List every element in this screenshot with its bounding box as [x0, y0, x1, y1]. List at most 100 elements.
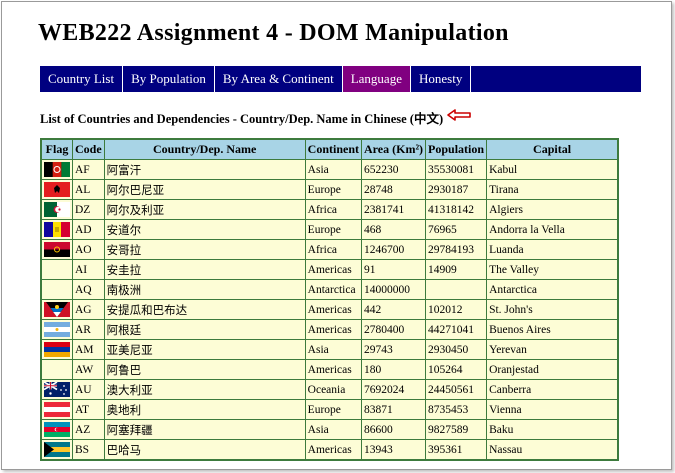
capital-cell: St. John's — [486, 299, 619, 320]
table-row: DZ 阿尔及利亚 Africa 2381741 41318142 Algiers — [40, 199, 619, 220]
capital-cell: The Valley — [486, 259, 619, 280]
flag-cell — [40, 159, 73, 180]
code-cell: AO — [72, 239, 105, 260]
population-cell: 29784193 — [425, 239, 488, 260]
flag-ao-icon — [44, 242, 70, 257]
code-cell: AT — [72, 399, 105, 420]
flag-ad-icon — [44, 222, 70, 237]
area-cell: 1246700 — [361, 239, 427, 260]
continent-cell: Asia — [304, 339, 363, 360]
capital-cell: Baku — [486, 419, 619, 440]
table-row: AI 安圭拉 Americas 91 14909 The Valley — [40, 259, 619, 280]
nav-language[interactable]: Language — [342, 66, 411, 92]
name-cell: 亚美尼亚 — [103, 339, 306, 360]
col-header-capital: Capital — [486, 138, 619, 160]
capital-cell: Yerevan — [486, 339, 619, 360]
flag-cell — [40, 279, 73, 300]
table-row: AM 亚美尼亚 Asia 29743 2930450 Yerevan — [40, 339, 619, 360]
area-cell: 7692024 — [361, 379, 427, 400]
flag-cell — [40, 339, 73, 360]
population-cell: 2930450 — [425, 339, 488, 360]
col-header-continent: Continent — [304, 138, 363, 160]
area-cell: 442 — [361, 299, 427, 320]
continent-cell: Africa — [304, 199, 363, 220]
capital-cell: Kabul — [486, 159, 619, 180]
table-row: AU 澳大利亚 Oceania 7692024 24450561 Canberra — [40, 379, 619, 400]
population-cell: 41318142 — [425, 199, 488, 220]
nav-by-population[interactable]: By Population — [123, 66, 215, 92]
code-cell: AR — [72, 319, 105, 340]
population-cell: 9827589 — [425, 419, 488, 440]
table-row: AL 阿尔巴尼亚 Europe 28748 2930187 Tirana — [40, 179, 619, 200]
population-cell: 24450561 — [425, 379, 488, 400]
area-cell: 180 — [361, 359, 427, 380]
flag-cell — [40, 239, 73, 260]
name-cell: 阿尔巴尼亚 — [103, 179, 306, 200]
flag-ar-icon — [44, 322, 70, 337]
name-cell: 巴哈马 — [103, 439, 306, 461]
table-row: BS 巴哈马 Americas 13943 395361 Nassau — [40, 439, 619, 461]
area-cell: 468 — [361, 219, 427, 240]
flag-cell — [40, 379, 73, 400]
table-row: AR 阿根廷 Americas 2780400 44271041 Buenos Aires — [40, 319, 619, 340]
table-row: AQ 南极洲 Antarctica 14000000 Antarctica — [40, 279, 619, 300]
area-cell: 29743 — [361, 339, 427, 360]
area-cell: 14000000 — [361, 279, 427, 300]
capital-cell: Oranjestad — [486, 359, 619, 380]
table-header-row: Flag Code Country/Dep. Name Continent Ar… — [40, 138, 619, 160]
area-cell: 28748 — [361, 179, 427, 200]
page-frame: WEB222 Assignment 4 - DOM Manipulation C… — [1, 1, 672, 470]
continent-cell: Africa — [304, 239, 363, 260]
flag-cell — [40, 179, 73, 200]
countries-table: Flag Code Country/Dep. Name Continent Ar… — [40, 138, 620, 461]
code-cell: AG — [72, 299, 105, 320]
continent-cell: Europe — [304, 179, 363, 200]
table-row: AD 安道尔 Europe 468 76965 Andorra la Vella — [40, 219, 619, 240]
code-cell: AF — [72, 159, 105, 180]
nav-country-list[interactable]: Country List — [40, 66, 124, 92]
population-cell: 102012 — [425, 299, 488, 320]
capital-cell: Luanda — [486, 239, 619, 260]
continent-cell: Americas — [304, 259, 363, 280]
name-cell: 安道尔 — [103, 219, 306, 240]
area-cell: 2780400 — [361, 319, 427, 340]
nav-by-area-continent[interactable]: By Area & Continent — [215, 66, 343, 92]
capital-cell: Canberra — [486, 379, 619, 400]
col-header-population: Population — [425, 138, 488, 160]
col-header-flag: Flag — [40, 138, 73, 160]
flag-az-icon — [44, 422, 70, 437]
code-cell: AL — [72, 179, 105, 200]
name-cell: 奥地利 — [103, 399, 306, 420]
flag-cell — [40, 259, 73, 280]
population-cell: 44271041 — [425, 319, 488, 340]
name-cell: 安圭拉 — [103, 259, 306, 280]
continent-cell: Americas — [304, 319, 363, 340]
continent-cell: Europe — [304, 219, 363, 240]
nav-honesty[interactable]: Honesty — [411, 66, 472, 92]
continent-cell: Antarctica — [304, 279, 363, 300]
flag-cell — [40, 199, 73, 220]
page-title: WEB222 Assignment 4 - DOM Manipulation — [38, 20, 509, 46]
col-header-name: Country/Dep. Name — [103, 138, 306, 160]
name-cell: 阿根廷 — [103, 319, 306, 340]
name-cell: 阿鲁巴 — [103, 359, 306, 380]
continent-cell: Americas — [304, 439, 363, 461]
area-cell: 83871 — [361, 399, 427, 420]
capital-cell: Algiers — [486, 199, 619, 220]
continent-cell: Europe — [304, 399, 363, 420]
name-cell: 安哥拉 — [103, 239, 306, 260]
name-cell: 阿尔及利亚 — [103, 199, 306, 220]
capital-cell: Buenos Aires — [486, 319, 619, 340]
main-nav: Country List By Population By Area & Con… — [40, 66, 641, 92]
name-cell: 南极洲 — [103, 279, 306, 300]
area-cell: 86600 — [361, 419, 427, 440]
table-row: AT 奥地利 Europe 83871 8735453 Vienna — [40, 399, 619, 420]
area-cell: 652230 — [361, 159, 427, 180]
capital-cell: Andorra la Vella — [486, 219, 619, 240]
code-cell: AU — [72, 379, 105, 400]
flag-cell — [40, 399, 73, 420]
population-cell: 76965 — [425, 219, 488, 240]
population-cell: 105264 — [425, 359, 488, 380]
flag-bs-icon — [44, 442, 70, 457]
population-cell: 14909 — [425, 259, 488, 280]
